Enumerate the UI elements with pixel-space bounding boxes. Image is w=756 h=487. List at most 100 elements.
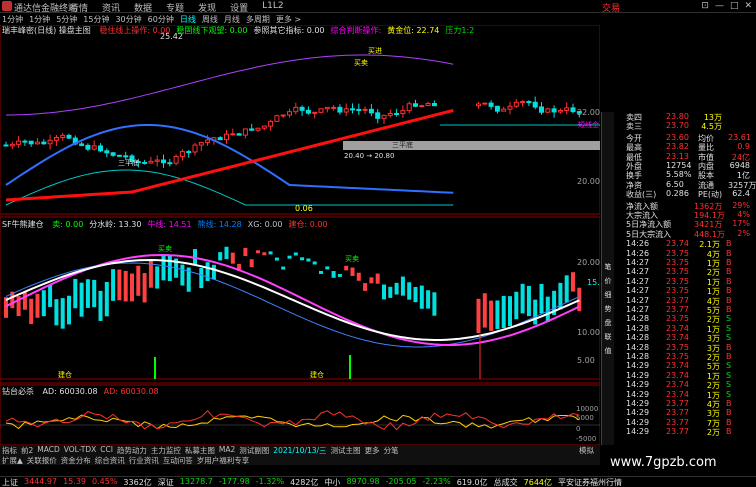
period-tab-4[interactable]: 30分钟 [115, 14, 141, 25]
extension-tab-4[interactable]: 行业资讯 [129, 455, 159, 465]
extension-tab-6[interactable]: 岁用户福利专享 [197, 455, 250, 465]
menu-item-news[interactable]: 资讯 [102, 1, 120, 14]
tick-time: 14:29 [626, 380, 650, 390]
panel-side-tab-6[interactable]: 值 [602, 346, 614, 356]
indicator-tab-2[interactable]: MACD [37, 445, 59, 455]
sell-price: 23.70 [666, 121, 689, 131]
extension-tab-0[interactable]: 扩展▲ [2, 455, 23, 465]
indicator-tab-1[interactable]: 前2 [21, 445, 33, 455]
period-tab-3[interactable]: 15分钟 [83, 14, 109, 25]
candle-body [513, 101, 519, 107]
period-tab-1[interactable]: 1分钟 [29, 14, 50, 25]
indicator-tab-5[interactable]: 趋势动力 [117, 445, 147, 455]
quote-row: 换手 5.58% 股本 1亿 [602, 170, 756, 180]
tick-time: 14:29 [626, 370, 650, 380]
tick-volume: 2万 [706, 428, 720, 438]
extension-tab-3[interactable]: 综合资讯 [95, 455, 125, 465]
menu-item-topics[interactable]: 专题 [166, 1, 184, 14]
period-tab-2[interactable]: 5分钟 [56, 14, 77, 25]
indicator-value-0: 稳住线上操作: 0.00 [99, 26, 171, 35]
sub1-bar [117, 269, 122, 301]
extension-tab-2[interactable]: 资金分布 [61, 455, 91, 465]
tick-side: B [726, 352, 732, 361]
candle-body [35, 141, 40, 145]
minimize-icon[interactable]: — [715, 1, 724, 11]
sub2-price-label: 10000 [576, 405, 598, 413]
sh-index-change: 15.39 [63, 477, 86, 486]
flow-percent: 4% [737, 210, 750, 219]
menu-item-settings[interactable]: 设置 [230, 1, 248, 14]
extension-tab-5[interactable]: 互动问答 [163, 455, 193, 465]
sz-index-name[interactable]: 深证 [158, 477, 174, 487]
kline-chart-svg[interactable]: 22.0021.0020.0020.0015.1510.005.00100005… [0, 24, 610, 446]
candle-body [494, 105, 500, 112]
period-tab-8[interactable]: 月线 [224, 14, 240, 25]
panel-side-tab-2[interactable]: 细 [602, 290, 614, 300]
menu-item-l1l2[interactable]: L1L2 [262, 1, 283, 14]
period-tab-7[interactable]: 周线 [202, 14, 218, 25]
indicator-tab-3[interactable]: VOL-TDX [64, 445, 96, 455]
sub2-price-label: -5000 [576, 435, 596, 443]
indicator-tab-8[interactable]: MA2 [219, 445, 235, 455]
tab-date[interactable]: 2021/10/13/三 [273, 445, 326, 455]
period-tab-5[interactable]: 60分钟 [148, 14, 174, 25]
main-price-label: 20.00 [577, 177, 600, 186]
period-tab-0[interactable]: 1分钟 [2, 14, 23, 25]
maximize-icon[interactable]: □ [730, 1, 739, 11]
candle-body [324, 106, 330, 110]
sub1-bar [382, 284, 386, 300]
annotation-label: 建仓 [310, 370, 324, 379]
period-tab-6[interactable]: 日线 [180, 14, 196, 25]
menu-item-quotes[interactable]: 行情 [70, 1, 88, 14]
indicator-tab-12[interactable]: 分笔 [384, 445, 399, 455]
panel-side-tab-3[interactable]: 势 [602, 304, 614, 314]
sh-index-name[interactable]: 上证 [2, 477, 18, 487]
indicator-value-1: AD: 60030.08 [103, 387, 159, 396]
candle-body [476, 103, 481, 107]
indicator-value-5: 建仓: 0.00 [288, 220, 328, 229]
sub1-name[interactable]: SF牛熊建仓 [2, 220, 44, 229]
tick-side: S [726, 389, 732, 399]
sh-index-amount: 3362亿 [123, 478, 152, 487]
tick-side: S [726, 323, 732, 333]
sub2-name[interactable]: 钻台必杀 [2, 387, 34, 396]
purple-resistance-line [6, 54, 454, 116]
indicator-tab-9[interactable]: 测试副图 [239, 445, 269, 455]
indicator-tab-0[interactable]: 指标 [2, 445, 17, 455]
restore-icon[interactable]: ⊡ [701, 1, 709, 11]
menu-item-data[interactable]: 数据 [134, 1, 152, 14]
close-icon[interactable]: ✕ [744, 1, 752, 11]
indicator-tab-4[interactable]: CCI [100, 445, 113, 455]
quote-row: 14:29 23.77 7万 B [602, 418, 756, 428]
panel-side-tab-0[interactable]: 笔 [602, 262, 614, 272]
panel-side-tab-5[interactable]: 联 [602, 332, 614, 342]
quote-row: 14:28 23.75 2万 S [602, 314, 756, 324]
annotation-label: 买卖 [158, 245, 172, 253]
simulate-tab[interactable]: 模拟 [579, 445, 594, 455]
flow-value: 448.1万 [694, 229, 725, 239]
indicator-tab-6[interactable]: 主力监控 [151, 445, 181, 455]
trade-button[interactable]: 交易 [602, 1, 620, 14]
period-tab-9[interactable]: 多周期 [246, 14, 270, 25]
menu-item-discover[interactable]: 发现 [198, 1, 216, 14]
candle-body [488, 102, 494, 107]
indicator-tab-10[interactable]: 测试主图 [331, 445, 361, 455]
period-tab-10[interactable]: 更多 > [276, 14, 301, 25]
panel-side-tab-1[interactable]: 价 [602, 276, 614, 286]
support-band [343, 141, 600, 150]
candle-body [104, 150, 110, 154]
panel-side-tab-4[interactable]: 盘 [602, 318, 614, 328]
candle-body [564, 107, 570, 111]
indicator-tab-7[interactable]: 私募主图 [185, 445, 215, 455]
indicator-tab-11[interactable]: 更多 [365, 445, 380, 455]
tick-price: 23.74 [666, 239, 689, 249]
zx-index-name[interactable]: 中小 [324, 477, 340, 487]
tick-time: 14:28 [626, 314, 650, 324]
sub1-bar [218, 252, 223, 261]
chart-area[interactable]: 22.0021.0020.0020.0015.1510.005.00100005… [0, 24, 610, 446]
quote-row: 外盘 12754 内盘 6948 [602, 161, 756, 171]
extension-tab-1[interactable]: 关联报价 [27, 455, 57, 465]
indicator-tabs: 指标 前2 MACD VOL-TDX CCI 趋势动力 主力监控 私募主图 MA2 测试副图 202… [0, 445, 600, 455]
stock-title[interactable]: 瑞丰峰密(日线) [2, 26, 56, 35]
indicator-name[interactable]: 操盘主图 [59, 26, 91, 35]
